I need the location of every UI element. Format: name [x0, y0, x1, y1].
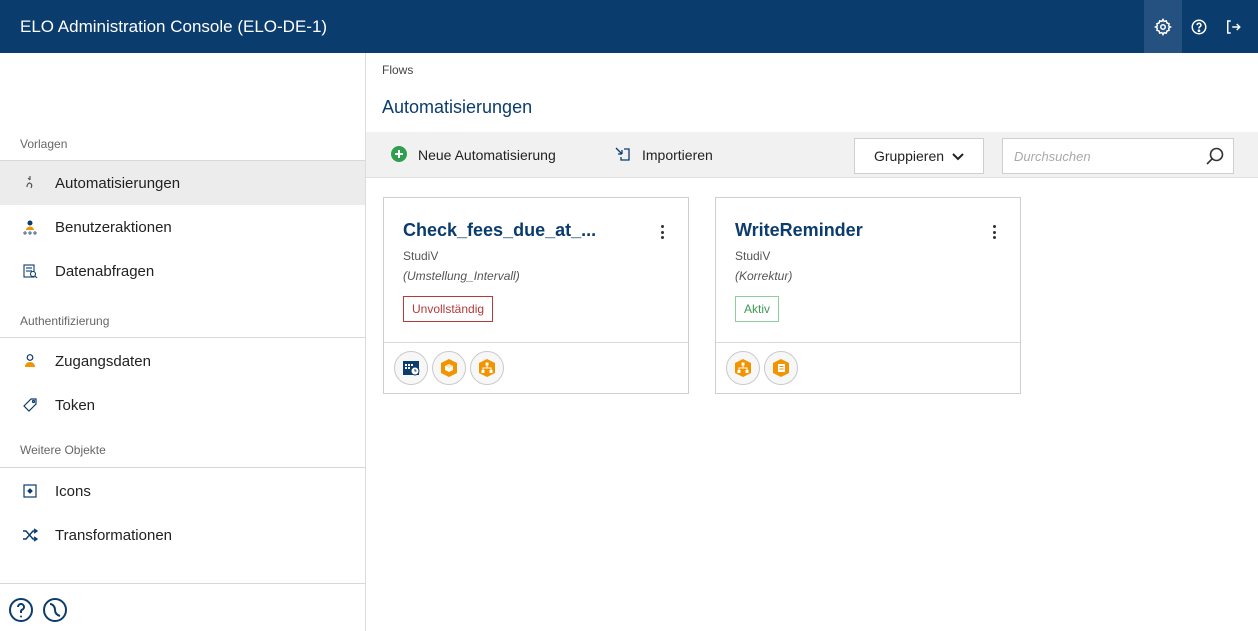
user-actions-icon [20, 217, 40, 237]
trigger-icons [726, 351, 802, 385]
breadcrumb[interactable]: Flows [382, 63, 413, 77]
top-icons [1144, 0, 1258, 53]
automation-card[interactable]: Check_fees_due_at_... StudiV (Umstellung… [383, 197, 689, 394]
chevron-down-icon [952, 148, 964, 164]
gear-icon[interactable] [1144, 0, 1182, 53]
divider [0, 337, 365, 338]
card-divider [384, 342, 688, 343]
card-subtitle: StudiV [735, 249, 771, 263]
sidebar-item-label: Token [55, 396, 96, 414]
add-circle-icon [390, 145, 408, 166]
hierarchy-icon[interactable] [470, 351, 504, 385]
credentials-icon [20, 351, 40, 371]
toolbar: Neue Automatisierung Importieren Gruppie… [366, 132, 1258, 178]
sidebar-item-label: Benutzeraktionen [55, 218, 172, 236]
more-vertical-icon[interactable] [986, 222, 1002, 242]
logout-icon[interactable] [1216, 0, 1250, 53]
automation-card[interactable]: WriteReminder StudiV (Korrektur) Aktiv [715, 197, 1021, 394]
section-label-vorlagen: Vorlagen [20, 137, 68, 151]
schedule-icon[interactable] [394, 351, 428, 385]
hierarchy-icon[interactable] [726, 351, 760, 385]
new-automation-button[interactable]: Neue Automatisierung [390, 132, 556, 178]
page-title: Automatisierungen [382, 97, 533, 117]
sidebar: Vorlagen Automatisierungen Benutzeraktio… [0, 53, 366, 631]
card-divider [716, 342, 1020, 343]
cube-icon[interactable] [432, 351, 466, 385]
sidebar-item-zugangsdaten[interactable]: Zugangsdaten [0, 339, 365, 383]
top-bar: ELO Administration Console (ELO-DE-1) [0, 0, 1258, 53]
elo-logo-icon[interactable] [42, 597, 68, 623]
section-label-weitere-objekte: Weitere Objekte [20, 443, 106, 457]
status-badge: Unvollständig [403, 296, 494, 322]
search-icon[interactable] [1205, 146, 1225, 171]
import-label: Importieren [642, 147, 713, 163]
automation-icon [20, 173, 40, 193]
group-label: Gruppieren [873, 148, 945, 164]
sidebar-item-transformationen[interactable]: Transformationen [0, 513, 365, 557]
card-title[interactable]: WriteReminder [735, 220, 863, 241]
help-circle-icon[interactable] [8, 597, 34, 623]
sidebar-item-datenabfragen[interactable]: Datenabfragen [0, 249, 365, 293]
sidebar-item-automatisierungen[interactable]: Automatisierungen [0, 161, 365, 205]
sidebar-item-icons[interactable]: Icons [0, 469, 365, 513]
section-label-authentifizierung: Authentifizierung [20, 314, 110, 328]
new-automation-label: Neue Automatisierung [418, 147, 556, 163]
sidebar-item-benutzeraktionen[interactable]: Benutzeraktionen [0, 205, 365, 249]
sidebar-item-label: Datenabfragen [55, 262, 155, 280]
sidebar-item-label: Transformationen [55, 526, 172, 544]
card-detail: (Korrektur) [735, 269, 793, 283]
import-icon [614, 145, 632, 166]
icons-icon [20, 481, 40, 501]
sidebar-item-label: Automatisierungen [55, 174, 181, 192]
card-detail: (Umstellung_Intervall) [403, 269, 520, 283]
sidebar-item-token[interactable]: Token [0, 383, 365, 427]
card-title[interactable]: Check_fees_due_at_... [403, 220, 596, 241]
help-icon[interactable] [1182, 0, 1216, 53]
trigger-icons [394, 351, 508, 385]
search-input[interactable] [1003, 139, 1193, 173]
data-query-icon [20, 261, 40, 281]
form-icon[interactable] [764, 351, 798, 385]
divider [0, 467, 365, 468]
sidebar-item-label: Zugangsdaten [55, 352, 151, 370]
sidebar-footer-divider [0, 583, 365, 584]
more-vertical-icon[interactable] [654, 222, 670, 242]
token-icon [20, 395, 40, 415]
shuffle-icon [20, 525, 40, 545]
sidebar-item-label: Icons [55, 482, 91, 500]
import-button[interactable]: Importieren [614, 132, 713, 178]
app-title: ELO Administration Console (ELO-DE-1) [20, 17, 328, 36]
group-dropdown[interactable]: Gruppieren [854, 138, 984, 174]
card-subtitle: StudiV [403, 249, 439, 263]
status-badge: Aktiv [735, 296, 780, 322]
search-box [1002, 138, 1234, 174]
